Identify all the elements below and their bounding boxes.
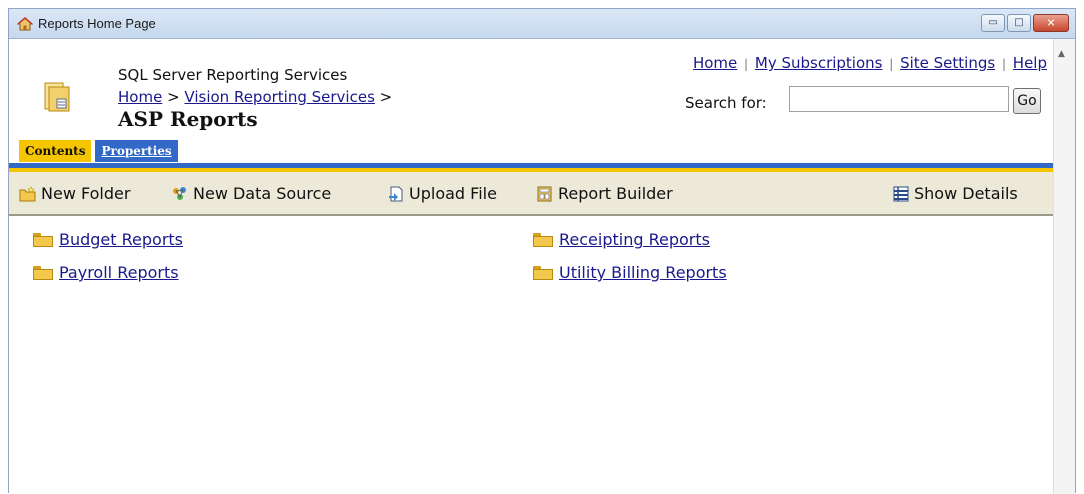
page-content: SQL Server Reporting Services Home > Vis… <box>9 39 1053 493</box>
folder-icon <box>33 232 53 247</box>
tab-bar: Contents Properties <box>19 140 178 162</box>
data-source-icon <box>173 186 186 200</box>
window-controls: ▭ □ ✕ <box>981 14 1069 34</box>
folder-icon <box>533 232 553 247</box>
minimize-icon: ▭ <box>988 17 998 28</box>
folder-item-payroll: Payroll Reports <box>33 263 179 282</box>
new-data-source-label: New Data Source <box>193 184 332 203</box>
my-subscriptions-link[interactable]: My Subscriptions <box>755 54 883 72</box>
maximize-button[interactable]: □ <box>1007 14 1031 32</box>
vertical-scrollbar[interactable]: ▲ <box>1053 39 1075 494</box>
upload-file-label: Upload File <box>409 184 497 203</box>
report-builder-label: Report Builder <box>558 184 673 203</box>
link-separator: | <box>1001 57 1007 71</box>
folder-item-receipting: Receipting Reports <box>533 230 710 249</box>
page-title: ASP Reports <box>118 107 258 131</box>
folder-item-utility: Utility Billing Reports <box>533 263 727 282</box>
browser-window: Reports Home Page ▭ □ ✕ SQL Server Repor… <box>8 8 1076 494</box>
go-button[interactable]: Go <box>1013 88 1041 114</box>
new-data-source-button[interactable]: New Data Source <box>171 184 331 203</box>
title-bar: Reports Home Page ▭ □ ✕ <box>9 9 1075 39</box>
folder-link-payroll-reports[interactable]: Payroll Reports <box>59 263 179 282</box>
home-icon <box>17 17 33 31</box>
help-link[interactable]: Help <box>1013 54 1047 72</box>
new-folder-label: New Folder <box>41 184 131 203</box>
upload-file-button[interactable]: Upload File <box>387 184 497 203</box>
new-folder-icon <box>19 185 36 201</box>
report-builder-icon <box>537 186 552 201</box>
breadcrumb: Home > Vision Reporting Services > <box>118 88 392 106</box>
report-builder-button[interactable]: Report Builder <box>536 184 673 203</box>
close-button[interactable]: ✕ <box>1033 14 1069 32</box>
big-folder-icon <box>44 82 70 112</box>
show-details-button[interactable]: Show Details <box>892 184 1018 203</box>
show-details-icon <box>893 186 909 201</box>
search-input[interactable] <box>789 86 1009 112</box>
folder-icon <box>33 265 53 280</box>
maximize-icon: □ <box>1014 17 1024 28</box>
upload-file-icon <box>389 186 403 201</box>
folder-link-budget-reports[interactable]: Budget Reports <box>59 230 183 249</box>
tab-contents[interactable]: Contents <box>19 140 92 162</box>
toolbar: New Folder New Data Source Upload File R… <box>9 172 1053 216</box>
breadcrumb-separator: > <box>162 88 185 106</box>
app-name: SQL Server Reporting Services <box>118 66 348 84</box>
link-separator: | <box>889 57 894 71</box>
folder-link-receipting-reports[interactable]: Receipting Reports <box>559 230 710 249</box>
folder-item-budget: Budget Reports <box>33 230 183 249</box>
search-label: Search for: <box>685 94 767 112</box>
folder-icon <box>533 265 553 280</box>
tab-properties[interactable]: Properties <box>95 140 178 162</box>
folder-link-utility-billing-reports[interactable]: Utility Billing Reports <box>559 263 727 282</box>
new-folder-button[interactable]: New Folder <box>19 184 130 203</box>
show-details-label: Show Details <box>914 184 1018 203</box>
breadcrumb-separator: > <box>374 88 393 106</box>
home-link[interactable]: Home <box>693 54 737 72</box>
close-icon: ✕ <box>1046 16 1056 30</box>
top-links: Home | My Subscriptions | Site Settings … <box>693 54 1047 72</box>
scroll-up-arrow-icon[interactable]: ▲ <box>1058 49 1065 59</box>
site-settings-link[interactable]: Site Settings <box>900 54 995 72</box>
window-title: Reports Home Page <box>38 16 156 31</box>
breadcrumb-vision-link[interactable]: Vision Reporting Services <box>184 88 374 106</box>
minimize-button[interactable]: ▭ <box>981 14 1005 32</box>
breadcrumb-home-link[interactable]: Home <box>118 88 162 106</box>
link-separator: | <box>744 57 749 71</box>
